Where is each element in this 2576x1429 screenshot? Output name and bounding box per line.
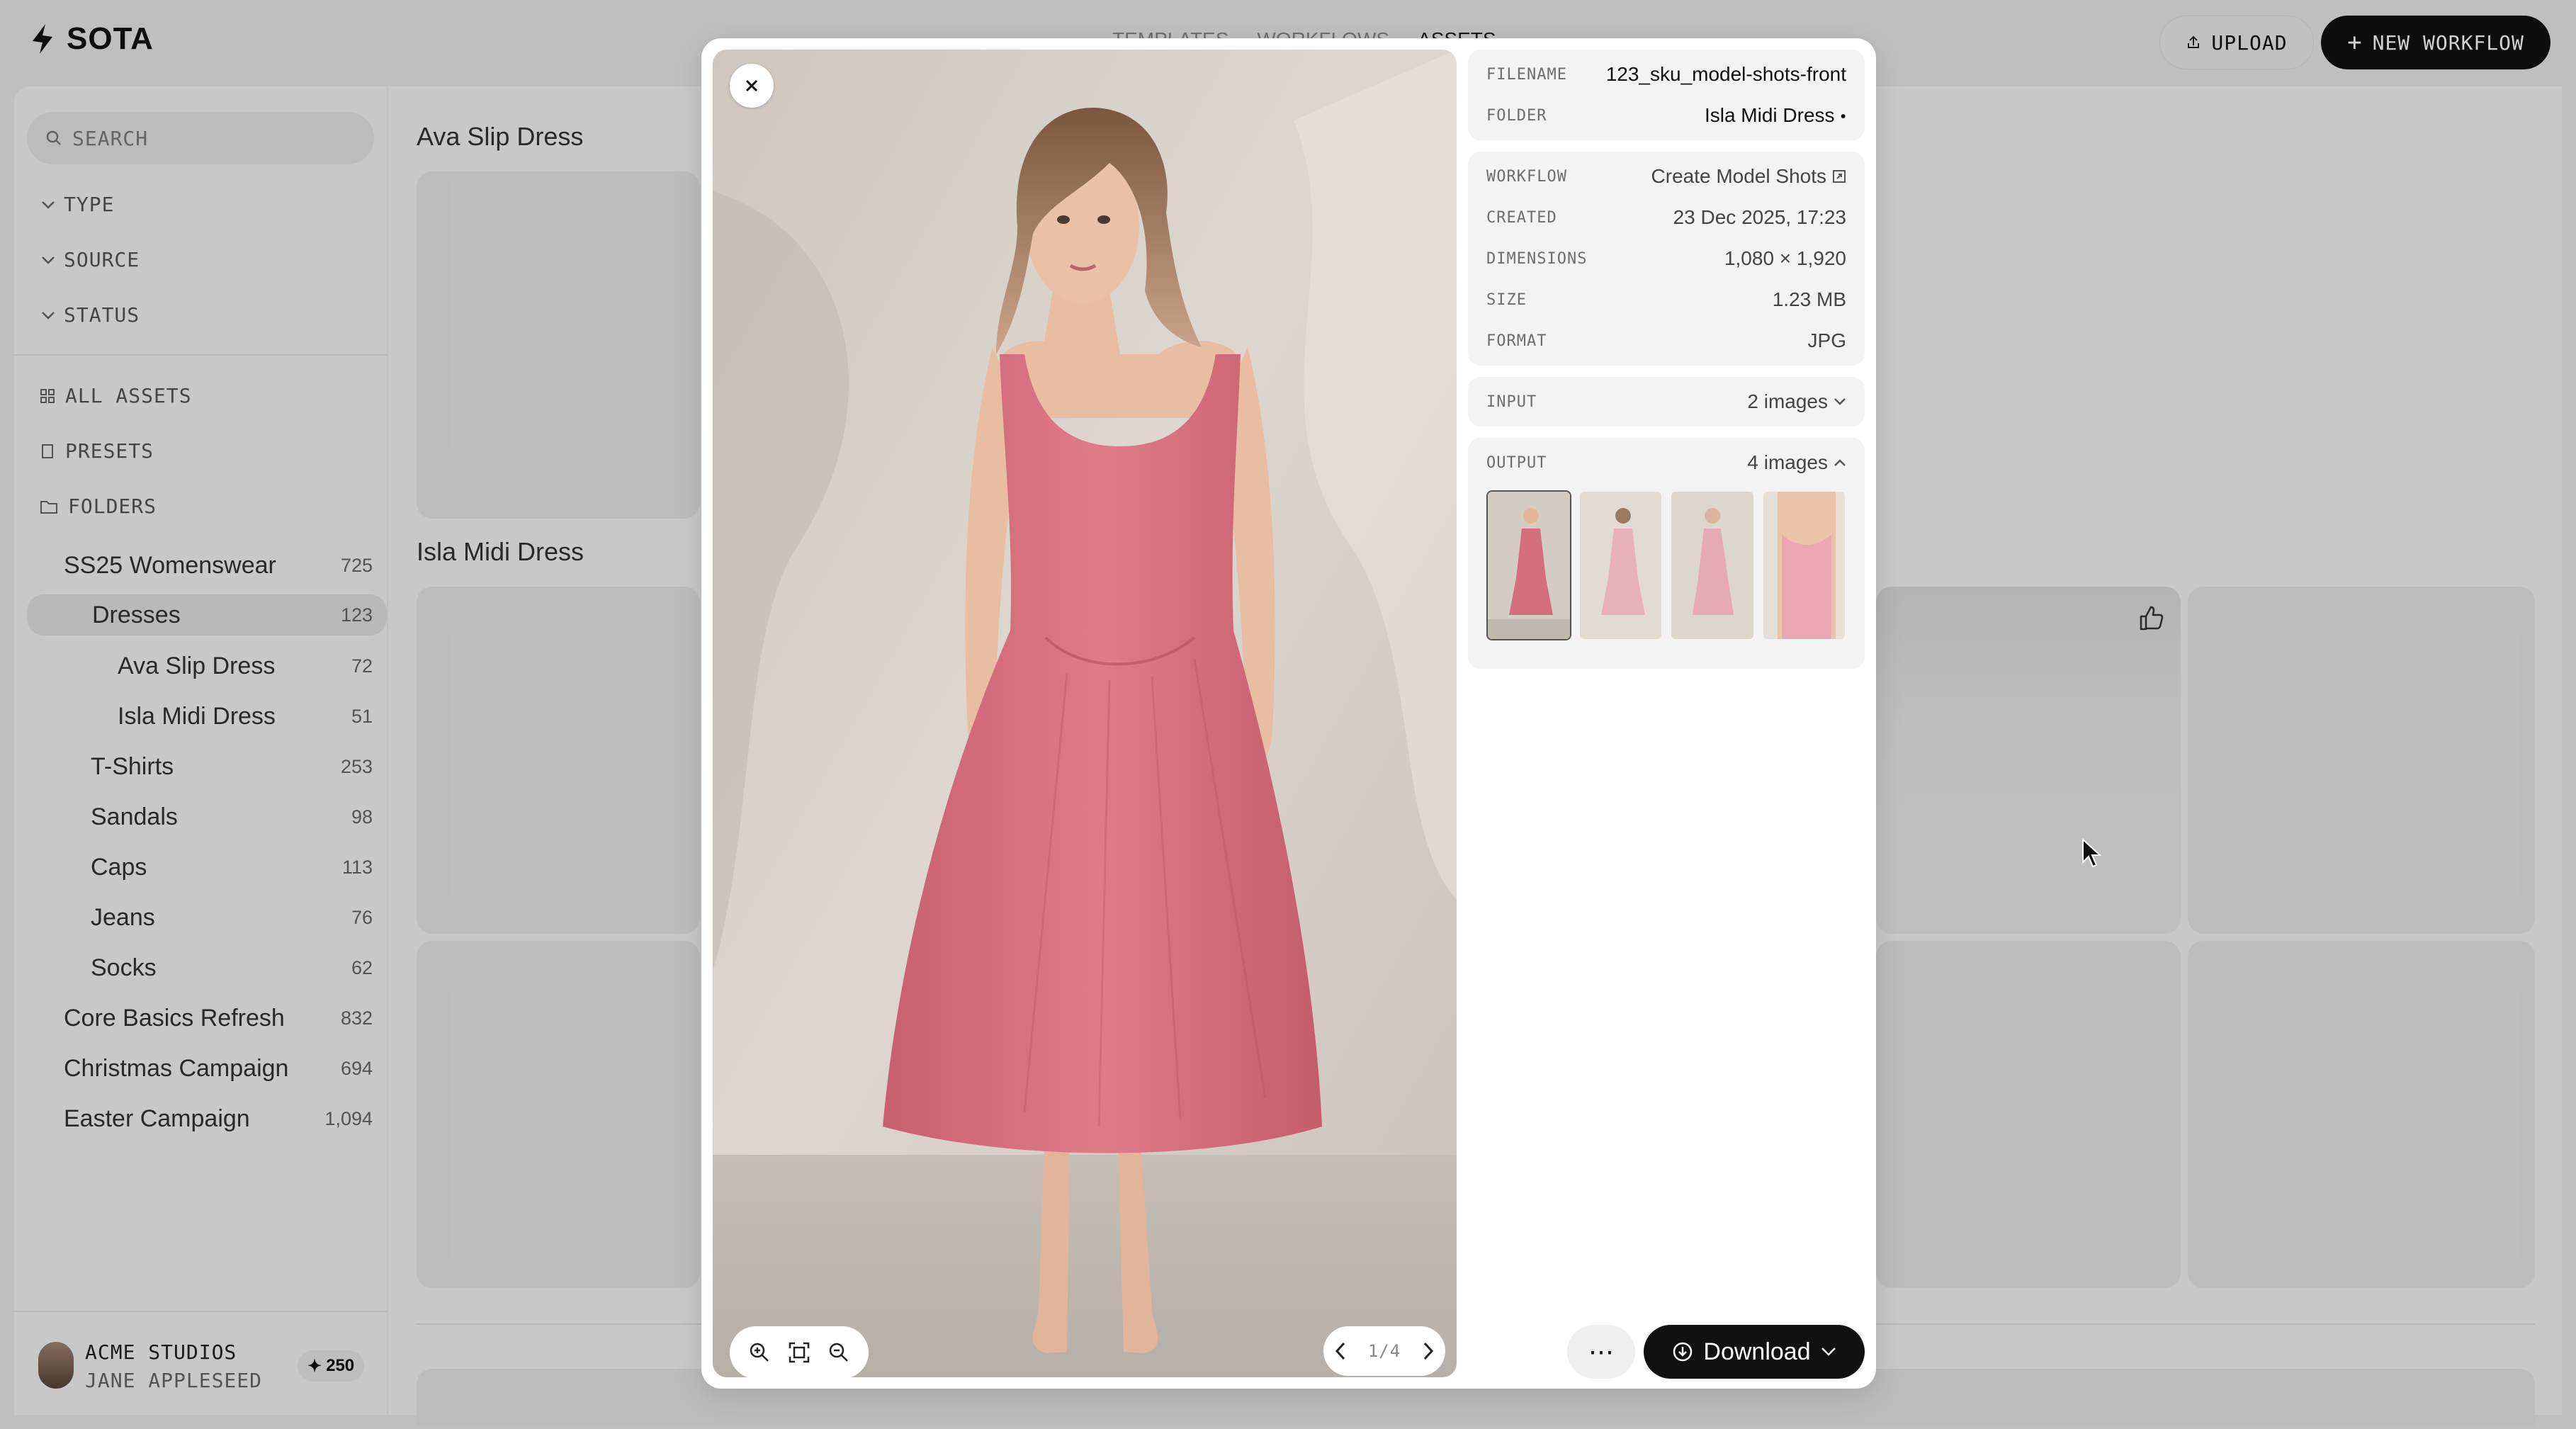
filename-value[interactable]: 123_sku_model-shots-front — [1606, 63, 1846, 86]
chevron-left-icon[interactable] — [1334, 1341, 1347, 1361]
output-thumbnail[interactable] — [1670, 490, 1755, 640]
created-label: CREATED — [1486, 208, 1557, 227]
more-options-button[interactable]: ⋯ — [1567, 1325, 1635, 1379]
output-label: OUTPUT — [1486, 453, 1547, 472]
size-label: SIZE — [1486, 290, 1527, 309]
thumbnail-image — [1579, 492, 1662, 639]
format-value: JPG — [1807, 329, 1846, 351]
fit-screen-icon[interactable] — [788, 1341, 810, 1364]
size-row: SIZE 1.23 MB — [1486, 279, 1846, 320]
chevron-right-icon[interactable] — [1422, 1341, 1435, 1361]
size-value: 1.23 MB — [1772, 288, 1846, 310]
download-button[interactable]: Download — [1644, 1325, 1865, 1379]
workflow-label: WORKFLOW — [1486, 167, 1567, 186]
workflow-value: Create Model Shots — [1651, 165, 1826, 187]
workflow-link[interactable]: Create Model Shots — [1651, 165, 1846, 188]
chevron-up-icon — [1834, 459, 1846, 466]
page-indicator: 1/4 — [1367, 1341, 1401, 1361]
zoom-controls — [730, 1326, 869, 1377]
folder-label: FOLDER — [1486, 106, 1547, 125]
download-icon — [1673, 1342, 1693, 1362]
output-row: OUTPUT 4 images — [1486, 442, 1846, 483]
chevron-down-icon — [1821, 1348, 1836, 1356]
dropdown-dot-icon: ● — [1840, 110, 1846, 121]
input-toggle[interactable]: 2 images — [1747, 390, 1846, 413]
input-row: INPUT 2 images — [1486, 381, 1846, 422]
output-toggle[interactable]: 4 images — [1747, 451, 1846, 474]
thumbnail-image — [1488, 492, 1570, 639]
dimensions-row: DIMENSIONS 1,080 × 1,920 — [1486, 238, 1846, 279]
input-value: 2 images — [1747, 390, 1828, 412]
metadata-card: WORKFLOW Create Model Shots CREATED 23 D… — [1468, 152, 1865, 366]
thumbnail-image — [1671, 492, 1753, 639]
filename-label: FILENAME — [1486, 65, 1567, 84]
format-row: FORMAT JPG — [1486, 320, 1846, 361]
asset-details-panel: FILENAME 123_sku_model-shots-front FOLDE… — [1468, 50, 1865, 680]
created-row: CREATED 23 Dec 2025, 17:23 — [1486, 197, 1846, 238]
folder-value: Isla Midi Dress — [1704, 104, 1835, 126]
folder-row: FOLDER Isla Midi Dress ● — [1486, 95, 1846, 136]
output-thumbnail[interactable] — [1762, 490, 1847, 640]
folder-select[interactable]: Isla Midi Dress ● — [1705, 104, 1846, 127]
file-info-card: FILENAME 123_sku_model-shots-front FOLDE… — [1468, 50, 1865, 140]
close-button[interactable] — [730, 64, 774, 108]
input-card[interactable]: INPUT 2 images — [1468, 377, 1865, 427]
asset-viewer-modal: 1/4 FILENAME 123_sku_model-shots-front F… — [701, 38, 1876, 1389]
format-label: FORMAT — [1486, 332, 1547, 350]
zoom-out-icon[interactable] — [827, 1341, 850, 1364]
output-value: 4 images — [1747, 451, 1828, 473]
download-label: Download — [1703, 1338, 1811, 1365]
external-link-icon — [1833, 170, 1846, 183]
asset-preview-image[interactable]: 1/4 — [713, 50, 1457, 1377]
dimensions-value: 1,080 × 1,920 — [1724, 247, 1846, 269]
output-thumbnail[interactable] — [1486, 490, 1571, 640]
workflow-row: WORKFLOW Create Model Shots — [1486, 156, 1846, 197]
output-thumbnails — [1486, 483, 1846, 665]
close-icon — [745, 79, 758, 92]
filename-row: FILENAME 123_sku_model-shots-front — [1486, 54, 1846, 95]
mouse-cursor-icon — [2082, 838, 2102, 868]
more-horizontal-icon: ⋯ — [1588, 1337, 1614, 1366]
chevron-down-icon — [1834, 398, 1846, 405]
thumbnail-image — [1763, 492, 1846, 639]
output-thumbnail[interactable] — [1578, 490, 1663, 640]
created-value: 23 Dec 2025, 17:23 — [1673, 206, 1846, 228]
image-pager: 1/4 — [1323, 1326, 1445, 1376]
model-photo — [713, 50, 1457, 1377]
input-label: INPUT — [1486, 392, 1537, 411]
zoom-in-icon[interactable] — [748, 1341, 771, 1364]
dimensions-label: DIMENSIONS — [1486, 249, 1588, 268]
output-card: OUTPUT 4 images — [1468, 438, 1865, 669]
